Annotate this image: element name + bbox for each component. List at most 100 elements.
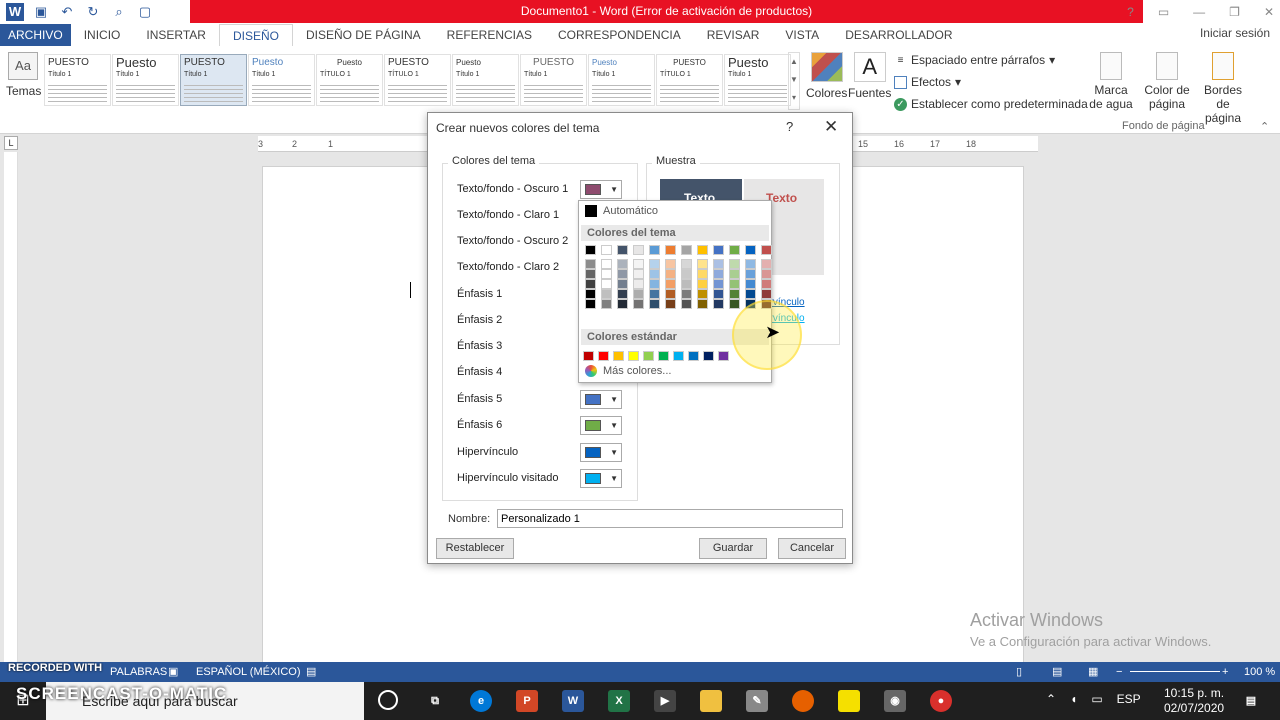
color-swatch[interactable] <box>665 299 676 309</box>
color-swatch[interactable] <box>601 289 612 299</box>
gallery-item[interactable]: Puesto Título 1 <box>724 54 791 106</box>
app-icon[interactable]: ✎ <box>746 690 768 712</box>
color-swatch[interactable] <box>617 269 628 279</box>
tab-selector[interactable]: L <box>4 136 18 150</box>
color-swatch[interactable] <box>697 269 708 279</box>
zoom-slider[interactable] <box>1130 671 1220 672</box>
page-color-button[interactable]: Color de página <box>1142 52 1192 125</box>
color-swatch[interactable] <box>585 269 596 279</box>
proofing-icon[interactable]: ▣ <box>168 662 178 682</box>
color-swatch[interactable] <box>729 289 740 299</box>
recorder-icon[interactable]: ● <box>930 690 952 712</box>
sign-in-link[interactable]: Iniciar sesión <box>1200 24 1270 42</box>
color-swatch[interactable] <box>665 245 676 255</box>
color-swatch[interactable] <box>761 289 772 299</box>
color-swatch[interactable] <box>617 279 628 289</box>
undo-icon[interactable]: ↶ <box>58 3 76 21</box>
color-swatch[interactable] <box>601 269 612 279</box>
gallery-item[interactable]: Puesto TÍTULO 1 <box>316 54 383 106</box>
help-icon[interactable]: ? <box>1127 5 1134 19</box>
color-swatch[interactable] <box>745 279 756 289</box>
gallery-item[interactable]: Puesto Título 1 <box>588 54 655 106</box>
gallery-item[interactable]: Puesto Título 1 <box>452 54 519 106</box>
color-swatch[interactable] <box>649 279 660 289</box>
color-swatch[interactable] <box>761 259 772 269</box>
color-swatch[interactable] <box>665 289 676 299</box>
color-swatch[interactable] <box>713 299 724 309</box>
chevron-up-icon[interactable]: ⌃ <box>1046 692 1056 706</box>
print-preview-icon[interactable]: ⌕ <box>110 3 128 21</box>
color-swatch[interactable] <box>598 351 609 361</box>
zoom-in-icon[interactable]: + <box>1222 662 1228 682</box>
color-dropdown[interactable]: ▼ <box>580 390 622 409</box>
media-player-icon[interactable]: ▶ <box>654 690 676 712</box>
tab-diseno[interactable]: DISEÑO <box>218 24 293 46</box>
close-icon[interactable]: ✕ <box>1264 5 1274 19</box>
color-swatch[interactable] <box>601 279 612 289</box>
color-swatch[interactable] <box>713 269 724 279</box>
color-swatch[interactable] <box>649 289 660 299</box>
zoom-out-icon[interactable]: − <box>1116 662 1122 682</box>
color-swatch[interactable] <box>601 259 612 269</box>
color-dropdown[interactable]: ▼ <box>580 180 622 199</box>
color-swatch[interactable] <box>617 299 628 309</box>
color-swatch[interactable] <box>761 269 772 279</box>
zoom-level[interactable]: 100 % <box>1244 662 1275 682</box>
color-swatch[interactable] <box>697 259 708 269</box>
page-borders-button[interactable]: Bordes de página <box>1198 52 1248 125</box>
restore-icon[interactable]: ❐ <box>1229 5 1240 19</box>
color-swatch[interactable] <box>617 289 628 299</box>
color-swatch[interactable] <box>697 279 708 289</box>
save-icon[interactable]: ▣ <box>32 3 50 21</box>
color-swatch[interactable] <box>745 259 756 269</box>
color-swatch[interactable] <box>601 299 612 309</box>
color-swatch[interactable] <box>681 279 692 289</box>
color-swatch[interactable] <box>745 269 756 279</box>
color-swatch[interactable] <box>665 269 676 279</box>
color-swatch[interactable] <box>681 299 692 309</box>
language-icon[interactable]: ESP <box>1117 692 1141 706</box>
color-swatch[interactable] <box>729 279 740 289</box>
color-swatch[interactable] <box>697 245 708 255</box>
color-swatch[interactable] <box>703 351 714 361</box>
new-document-icon[interactable]: ▢ <box>136 3 154 21</box>
themes-button[interactable]: Aa Temas <box>6 52 41 98</box>
network-icon[interactable]: ▭ <box>1091 692 1102 706</box>
effects-button[interactable]: Efectos ▾ <box>894 74 961 90</box>
paragraph-spacing-button[interactable]: ≡ Espaciado entre párrafos ▾ <box>894 52 1056 68</box>
tab-vista[interactable]: VISTA <box>772 24 832 46</box>
gallery-scroll[interactable]: ▲ ▼ ▾ <box>788 52 800 110</box>
clock[interactable]: 10:15 p. m. 02/07/2020 <box>1164 686 1224 716</box>
color-swatch[interactable] <box>681 289 692 299</box>
vertical-ruler[interactable] <box>4 152 18 662</box>
color-swatch[interactable] <box>729 259 740 269</box>
task-view-icon[interactable]: ⧉ <box>424 690 446 712</box>
excel-icon[interactable]: X <box>608 690 630 712</box>
color-swatch[interactable] <box>613 351 624 361</box>
color-swatch[interactable] <box>761 279 772 289</box>
gallery-item[interactable]: Puesto Título 1 <box>248 54 315 106</box>
color-swatch[interactable] <box>713 245 724 255</box>
color-dropdown[interactable]: ▼ <box>580 416 622 435</box>
color-swatch[interactable] <box>601 245 612 255</box>
color-swatch[interactable] <box>713 289 724 299</box>
sticky-icon[interactable] <box>838 690 860 712</box>
gallery-item[interactable]: PUESTO Título 1 <box>520 54 587 106</box>
color-swatch[interactable] <box>585 245 596 255</box>
color-swatch[interactable] <box>649 269 660 279</box>
name-input[interactable] <box>497 509 843 528</box>
color-swatch[interactable] <box>585 289 596 299</box>
color-swatch[interactable] <box>697 289 708 299</box>
volume-icon[interactable]: ◖ <box>1070 692 1077 706</box>
file-explorer-icon[interactable] <box>700 690 722 712</box>
color-swatch[interactable] <box>617 259 628 269</box>
ribbon-display-icon[interactable]: ▭ <box>1158 5 1169 19</box>
color-swatch[interactable] <box>633 299 644 309</box>
collapse-ribbon-icon[interactable]: ⌃ <box>1260 120 1269 133</box>
color-swatch[interactable] <box>633 289 644 299</box>
word-count[interactable]: PALABRAS <box>110 662 167 682</box>
color-swatch[interactable] <box>633 259 644 269</box>
automatic-color-option[interactable]: Automático <box>585 205 658 217</box>
color-swatch[interactable] <box>633 269 644 279</box>
redo-icon[interactable]: ↻ <box>84 3 102 21</box>
